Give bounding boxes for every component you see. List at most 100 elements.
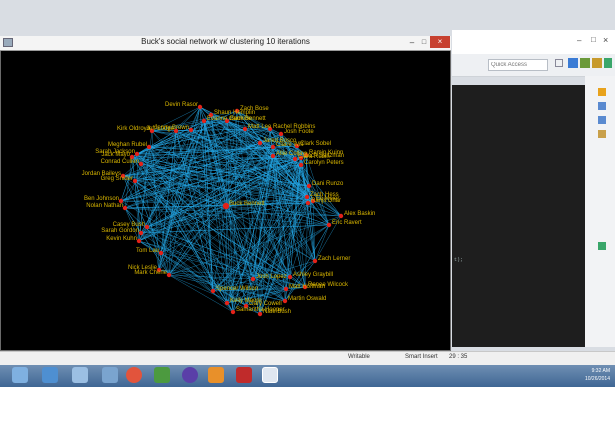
eclipse-maximize-button[interactable]: □ (591, 35, 596, 44)
graph-node-label: Ben Johnson (84, 196, 119, 202)
graph-node-label: Casey Bush (113, 222, 145, 228)
window-title: Buck's social network w/ clustering 10 i… (141, 37, 310, 46)
internet-explorer-icon[interactable] (42, 367, 58, 383)
status-cursor-position: 29 : 35 (449, 354, 468, 360)
java-perspective-icon[interactable] (568, 58, 578, 68)
eclipse-titlebar: – □ × (452, 30, 615, 54)
java-taskbar-icon[interactable] (262, 367, 278, 383)
minimize-button[interactable]: – (406, 37, 418, 48)
graph-node-label: Kelly Moore (230, 298, 262, 304)
graph-node-label: Matt Lee (248, 124, 272, 130)
graph-node-label: Martin Oswald (288, 296, 326, 302)
graph-node[interactable] (304, 194, 310, 200)
debug-perspective-icon[interactable] (580, 58, 590, 68)
graph-node[interactable] (122, 205, 128, 211)
javadoc-icon[interactable] (598, 130, 606, 138)
graph-node-label: Nick Leslie (128, 265, 158, 271)
graph-node[interactable] (197, 104, 203, 110)
graph-node-label: Matt Hoffman (289, 284, 325, 290)
eclipse-close-button[interactable]: × (603, 35, 608, 45)
graph-node[interactable] (210, 288, 216, 294)
graph-node[interactable] (305, 200, 311, 206)
graph-node-label: Zach Saltzman (304, 153, 344, 159)
graph-node-label: Devin Rasor (165, 102, 198, 108)
console-icon[interactable] (598, 242, 606, 250)
graph-node-label: Jack Mayo (101, 152, 130, 158)
graph-node-label: Claire Wilt (276, 142, 304, 148)
graph-node[interactable] (282, 298, 288, 304)
social-network-graph[interactable]: Devin RasorZach BoseShaun HemplinBuck Be… (1, 51, 450, 350)
graph-node[interactable] (312, 258, 318, 264)
graph-node[interactable] (283, 286, 289, 292)
graph-node-label: Josh Lopez (256, 274, 287, 280)
graph-node[interactable] (144, 224, 150, 230)
graph-node[interactable] (242, 126, 248, 132)
puzzle-icon[interactable] (208, 367, 224, 383)
task-list-icon[interactable] (598, 102, 606, 110)
eclipse-app-icon[interactable] (154, 367, 170, 383)
chrome-icon[interactable] (126, 367, 142, 383)
quick-access-input[interactable] (488, 59, 548, 71)
graph-node-label: Carolyn Peters (304, 160, 344, 166)
graph-node-label: Evanne Carmine (207, 116, 252, 122)
windows-taskbar (0, 365, 615, 387)
graph-node[interactable] (136, 238, 142, 244)
graph-node-label: Zach Lerner (318, 256, 350, 262)
graph-node[interactable] (146, 144, 152, 150)
run-icon[interactable] (604, 58, 612, 68)
graph-node-label: Clark Sobel (300, 141, 331, 147)
graph-node-label: Eli Meier (316, 196, 339, 202)
graph-node[interactable] (287, 274, 293, 280)
graph-node-label: Spencer Wilson (216, 286, 258, 292)
problems-icon[interactable] (598, 116, 606, 124)
graph-node[interactable] (250, 276, 256, 282)
graph-node-label: Ashley Graybill (293, 272, 333, 278)
maximize-button[interactable]: □ (418, 37, 430, 48)
graph-node[interactable] (278, 131, 284, 137)
graph-node-label: Kevin Kuhn (106, 236, 137, 242)
outline-icon[interactable] (598, 88, 606, 96)
graph-node[interactable] (224, 300, 230, 306)
graph-node-label: Nolan Nathan (86, 203, 123, 209)
graph-node-label: Josh Foote (284, 129, 314, 135)
graph-node[interactable] (306, 183, 312, 189)
graph-node[interactable] (326, 222, 332, 228)
graph-node[interactable] (188, 127, 194, 133)
close-button[interactable]: × (430, 36, 450, 48)
winamp-icon[interactable] (236, 367, 252, 383)
team-perspective-icon[interactable] (592, 58, 602, 68)
graph-node-label: Kirk Oldroyd (117, 126, 150, 132)
graph-node[interactable] (298, 162, 304, 168)
graph-node[interactable] (201, 118, 207, 124)
graph-window-titlebar[interactable]: Buck's social network w/ clustering 10 i… (0, 36, 451, 51)
graph-node[interactable] (230, 309, 236, 315)
graph-node[interactable] (158, 250, 164, 256)
graph-node[interactable] (270, 144, 276, 150)
graph-node[interactable] (132, 178, 138, 184)
graph-node[interactable] (134, 151, 140, 157)
graph-node[interactable] (138, 230, 144, 236)
clock-date: 10/26/2014 (584, 376, 610, 382)
graph-node[interactable] (292, 156, 298, 162)
graph-node-label: Meghan Rubel (108, 142, 147, 148)
eclipse-status-bar: Writable Smart Insert 29 : 35 (0, 351, 615, 366)
status-insert-mode: Smart Insert (405, 354, 438, 360)
graph-node-label: Alex Baskin (344, 211, 375, 217)
perspective-icon[interactable] (555, 59, 563, 67)
network-icon[interactable] (72, 367, 88, 383)
graph-node[interactable] (138, 161, 144, 167)
eclipse-minimize-button[interactable]: – (577, 36, 581, 45)
graph-node[interactable] (257, 140, 263, 146)
graph-node-label: Dani Runzo (312, 181, 344, 187)
file-explorer-icon[interactable] (12, 367, 28, 383)
app-circle-icon[interactable] (182, 367, 198, 383)
eclipse-editor-area[interactable]: t); (452, 85, 585, 347)
folder-icon[interactable] (102, 367, 118, 383)
graph-node[interactable] (270, 153, 276, 159)
graph-node[interactable] (338, 213, 344, 219)
editor-code-line: t); (454, 257, 464, 263)
graph-node[interactable] (166, 272, 172, 278)
graph-node-label: Samantha Hooper (236, 307, 285, 313)
graph-node-label: Buck Bennett (229, 201, 265, 207)
graph-node-label: Sarah Gordon (101, 228, 139, 234)
